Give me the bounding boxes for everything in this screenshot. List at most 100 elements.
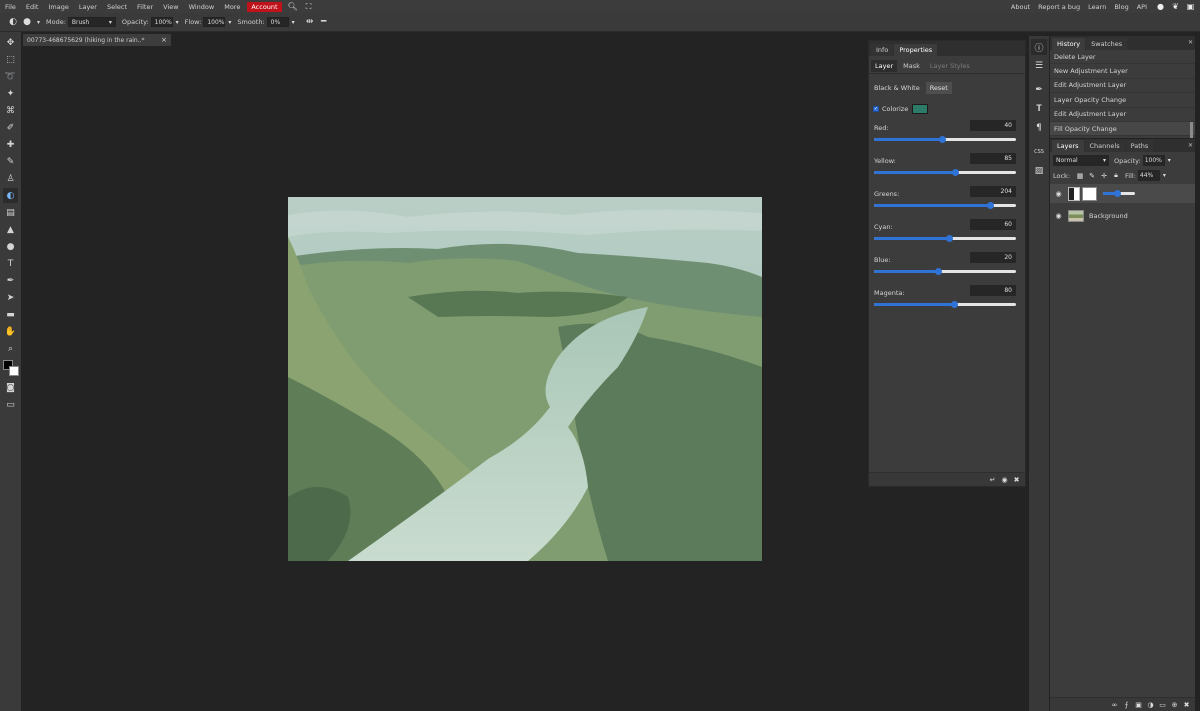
eye-icon[interactable]: ◉ — [1054, 211, 1063, 220]
slider-value-input[interactable]: 40 — [970, 120, 1016, 131]
lock-transparency-icon[interactable]: ▦ — [1076, 172, 1084, 180]
reset-button[interactable]: Reset — [925, 82, 952, 94]
hand-tool-icon[interactable]: ✋ — [3, 324, 18, 339]
marquee-tool-icon[interactable]: ⬚ — [3, 52, 18, 67]
menu-file[interactable]: File — [0, 3, 21, 11]
new-folder-icon[interactable]: ▭ — [1158, 700, 1167, 709]
opacity-input[interactable]: 100% — [150, 17, 173, 27]
css-panel-icon[interactable]: CSS — [1031, 144, 1047, 160]
image-panel-icon[interactable]: ▨ — [1031, 163, 1047, 179]
reddit-icon[interactable]: ● — [1155, 1, 1166, 12]
crop-tool-icon[interactable]: ⌘ — [3, 103, 18, 118]
sponge-tool-icon[interactable]: ● — [3, 239, 18, 254]
link-learn[interactable]: Learn — [1084, 3, 1110, 11]
history-item[interactable]: Delete Layer — [1050, 50, 1195, 65]
move-tool-icon[interactable]: ✥ — [3, 35, 18, 50]
slider-value-input[interactable]: 60 — [970, 219, 1016, 230]
gradient-tool-icon[interactable]: ▤ — [3, 205, 18, 220]
menu-window[interactable]: Window — [184, 3, 220, 11]
panel-collapse-icon[interactable]: ✕ — [1188, 142, 1193, 149]
slider-track[interactable] — [874, 169, 1016, 176]
menu-more[interactable]: More — [219, 3, 245, 11]
slider-track[interactable] — [874, 301, 1016, 308]
path-select-tool-icon[interactable]: ➤ — [3, 290, 18, 305]
type-tool-icon[interactable]: T — [3, 256, 18, 271]
layer-row-adjustment[interactable]: ◉ — [1050, 184, 1195, 203]
dodge-tool-icon[interactable]: ◐ — [6, 16, 20, 28]
visibility-eye-icon[interactable]: ◉ — [1000, 475, 1009, 484]
slider-track[interactable] — [874, 202, 1016, 209]
shape-tool-icon[interactable]: ▬ — [3, 307, 18, 322]
blur-tool-icon[interactable]: ▲ — [3, 222, 18, 237]
quick-mask-icon[interactable]: ◙ — [3, 380, 18, 395]
clone-stamp-tool-icon[interactable]: ♙ — [3, 171, 18, 186]
lock-pixels-icon[interactable]: ✎ — [1088, 172, 1096, 180]
menu-image[interactable]: Image — [43, 3, 73, 11]
fullscreen-icon[interactable]: ⛶ — [304, 2, 314, 12]
color-swatches[interactable] — [2, 360, 19, 376]
character-icon[interactable]: 𝐓 — [1031, 101, 1047, 117]
colorize-checkbox[interactable]: ✓ — [873, 106, 879, 112]
document-tab[interactable]: 00773-468675629 (hiking in the rain..* × — [23, 34, 171, 46]
search-icon[interactable]: 🔍︎ — [288, 2, 298, 12]
link-layers-icon[interactable]: ∞ — [1110, 700, 1119, 709]
flow-caret-icon[interactable]: ▾ — [228, 19, 231, 26]
tint-color-swatch[interactable] — [912, 104, 929, 114]
menu-view[interactable]: View — [158, 3, 183, 11]
menu-select[interactable]: Select — [102, 3, 132, 11]
tab-swatches[interactable]: Swatches — [1086, 38, 1128, 50]
history-item[interactable]: Fill Opacity Change — [1050, 121, 1195, 137]
zoom-tool-icon[interactable]: ⌕ — [3, 341, 18, 356]
panel-collapse-icon[interactable]: ✕ — [1188, 39, 1193, 46]
link-report-bug[interactable]: Report a bug — [1034, 3, 1084, 11]
history-scrollbar[interactable] — [1190, 122, 1193, 138]
account-button[interactable]: Account — [247, 1, 282, 12]
tab-paths[interactable]: Paths — [1125, 140, 1154, 152]
lock-position-icon[interactable]: ✛ — [1100, 172, 1108, 180]
slider-value-input[interactable]: 204 — [970, 186, 1016, 197]
properties-panel-icon[interactable]: ☰ — [1031, 58, 1047, 74]
close-icon[interactable]: × — [161, 36, 167, 44]
mini-slider-thumb[interactable] — [1114, 190, 1122, 197]
slider-value-input[interactable]: 85 — [970, 153, 1016, 164]
mode-select[interactable]: Brush ▾ — [67, 17, 116, 27]
smooth-input[interactable]: 0% — [266, 17, 289, 27]
slider-thumb[interactable] — [934, 268, 942, 275]
facebook-icon[interactable]: ▣ — [1185, 1, 1196, 12]
slider-value-input[interactable]: 80 — [970, 285, 1016, 296]
layer-mask-thumbnail[interactable] — [1082, 186, 1097, 201]
pen-tool-icon[interactable]: ✒ — [3, 273, 18, 288]
menu-edit[interactable]: Edit — [21, 3, 44, 11]
menu-layer[interactable]: Layer — [74, 3, 102, 11]
background-color-swatch[interactable] — [8, 366, 19, 376]
pressure-opacity-icon[interactable]: ⇹ — [303, 16, 317, 28]
fill-input[interactable]: 44% — [1137, 170, 1160, 181]
fill-mini-slider[interactable] — [1103, 190, 1135, 197]
layer-opacity-input[interactable]: 100% — [1142, 155, 1165, 166]
magic-wand-tool-icon[interactable]: ✦ — [3, 86, 18, 101]
layer-effects-icon[interactable]: ⨍ — [1122, 700, 1131, 709]
tab-properties[interactable]: Properties — [894, 44, 938, 56]
subtab-layer[interactable]: Layer — [871, 59, 898, 72]
info-panel-icon[interactable]: ⓘ — [1031, 39, 1047, 55]
tab-layers[interactable]: Layers — [1052, 140, 1084, 152]
history-item[interactable]: Layer Opacity Change — [1050, 93, 1195, 108]
eye-icon[interactable]: ◉ — [1054, 189, 1063, 198]
slider-thumb[interactable] — [946, 235, 954, 242]
pressure-size-icon[interactable]: ━ — [317, 16, 331, 28]
slider-thumb[interactable] — [951, 169, 959, 176]
eyedropper-tool-icon[interactable]: ✐ — [3, 120, 18, 135]
history-item[interactable]: Edit Adjustment Layer — [1050, 108, 1195, 122]
lock-all-icon[interactable]: 🔒︎ — [1112, 171, 1120, 180]
history-item[interactable]: New Adjustment Layer — [1050, 64, 1195, 79]
smooth-caret-icon[interactable]: ▾ — [292, 19, 295, 26]
layer-row-background[interactable]: ◉ Background — [1050, 206, 1195, 225]
dodge-tool-icon[interactable]: ◐ — [3, 188, 18, 203]
tab-history[interactable]: History — [1052, 38, 1086, 50]
add-mask-icon[interactable]: ▣ — [1134, 700, 1143, 709]
healing-tool-icon[interactable]: ✚ — [3, 137, 18, 152]
slider-value-input[interactable]: 20 — [970, 252, 1016, 263]
link-about[interactable]: About — [1007, 3, 1034, 11]
slider-track[interactable] — [874, 268, 1016, 275]
tab-channels[interactable]: Channels — [1084, 140, 1125, 152]
